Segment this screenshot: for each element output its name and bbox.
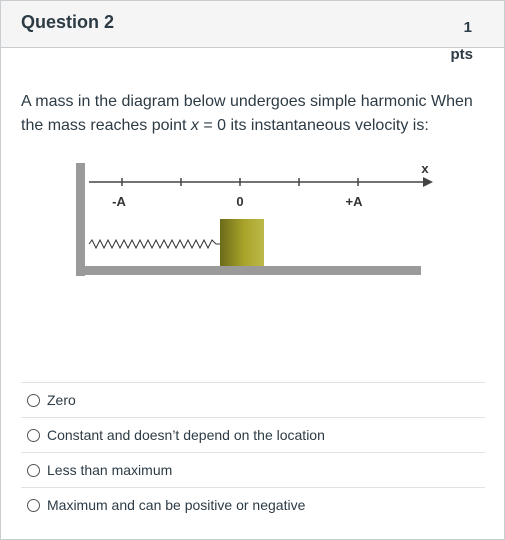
diagram-axis-arrow xyxy=(423,177,433,187)
label-pos-a: +A xyxy=(346,194,364,209)
answer-list: Zero Constant and doesn’t depend on the … xyxy=(21,382,485,522)
diagram-spring xyxy=(88,238,220,250)
question-header: Question 2 1 pts xyxy=(1,1,504,63)
answer-option-maximum[interactable]: Maximum and can be positive or negative xyxy=(21,488,485,522)
diagram-floor xyxy=(76,266,421,275)
radio-button[interactable] xyxy=(27,428,40,442)
spring-mass-diagram: -A 0 +A x xyxy=(76,161,433,276)
label-zero: 0 xyxy=(236,194,243,209)
question-variable: x xyxy=(190,116,199,134)
question-title: Question 2 xyxy=(21,12,115,32)
answer-option-less-than-max[interactable]: Less than maximum xyxy=(21,453,485,488)
radio-button[interactable] xyxy=(27,463,40,477)
question-text-part2: = 0 its instantaneous velocity is: xyxy=(198,116,429,134)
answer-label: Maximum and can be positive or negative xyxy=(47,497,306,513)
label-neg-a: -A xyxy=(112,194,126,209)
diagram-mass xyxy=(220,219,264,266)
answer-option-zero[interactable]: Zero xyxy=(21,383,485,418)
answer-option-constant[interactable]: Constant and doesn’t depend on the locat… xyxy=(21,418,485,453)
points-value: 1 xyxy=(463,19,472,36)
diagram-wall xyxy=(76,163,85,276)
radio-button[interactable] xyxy=(27,498,40,512)
answer-label: Zero xyxy=(47,392,76,408)
points-display: 1 pts xyxy=(450,14,474,68)
answer-label: Less than maximum xyxy=(47,462,173,478)
question-text: A mass in the diagram below undergoes si… xyxy=(21,90,486,137)
radio-button[interactable] xyxy=(27,393,40,407)
label-axis-x: x xyxy=(421,161,429,176)
question-card: Question 2 1 pts A mass in the diagram b… xyxy=(0,0,505,540)
answer-label: Constant and doesn’t depend on the locat… xyxy=(47,427,325,443)
points-unit: pts xyxy=(450,46,474,63)
